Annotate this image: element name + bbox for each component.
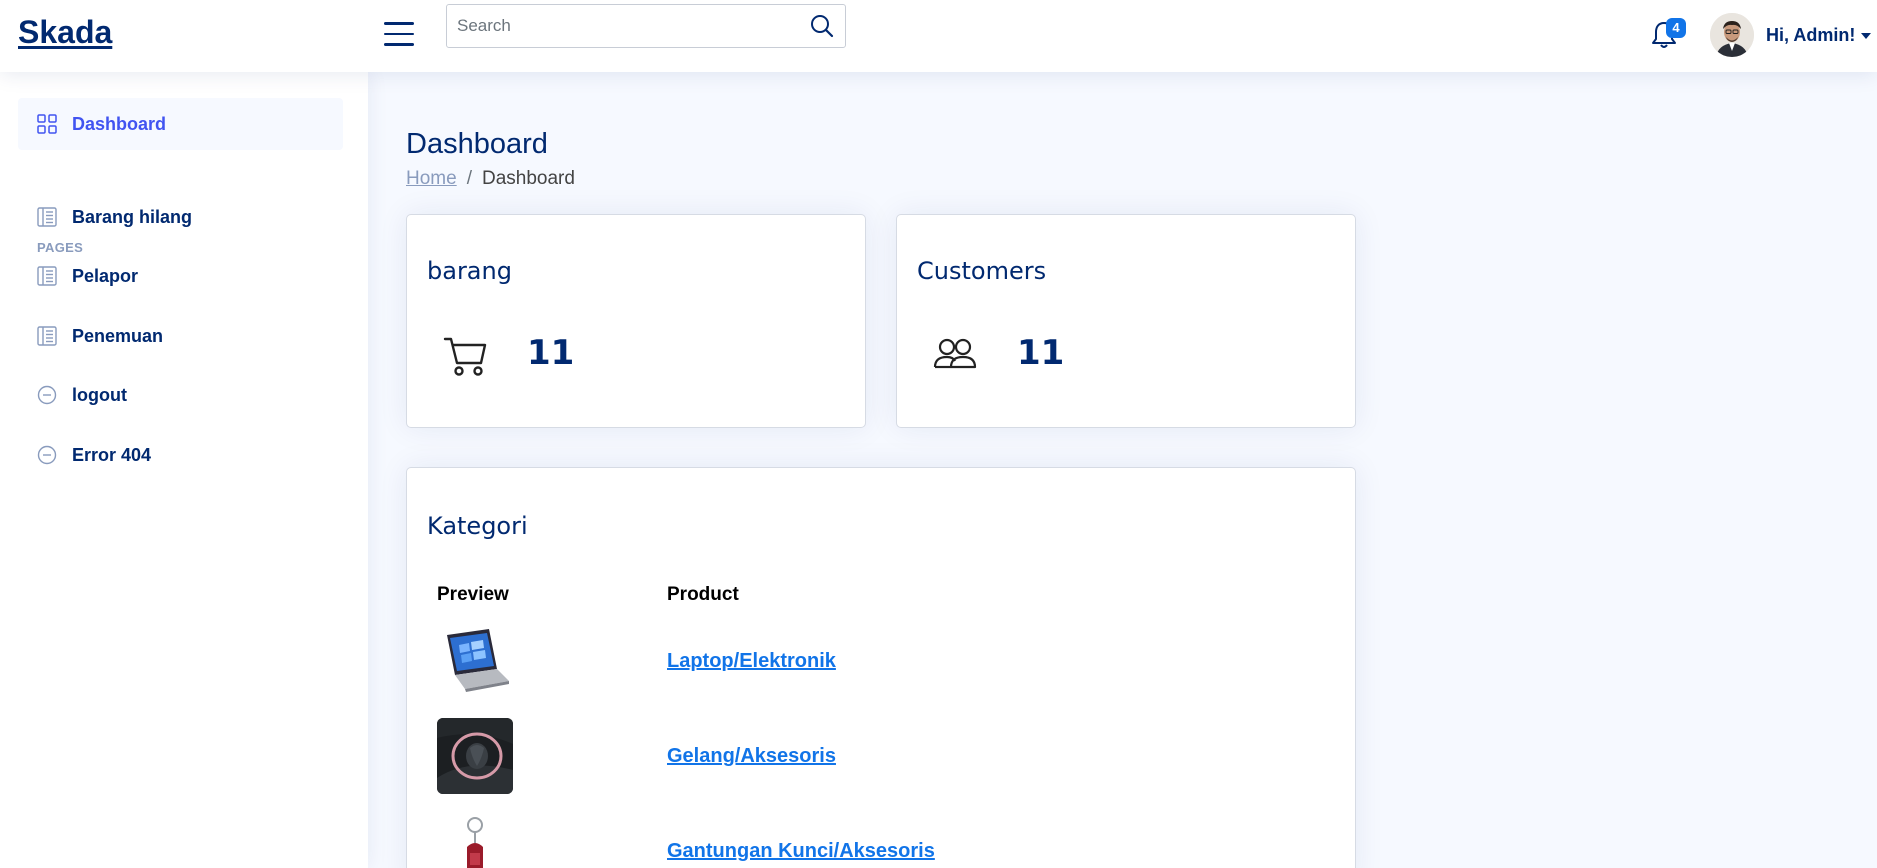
- keychain-thumbnail: [437, 813, 513, 868]
- sidebar-item-label: logout: [72, 384, 127, 405]
- kategori-card: Kategori Preview Product Laptop/Elektron…: [406, 467, 1356, 868]
- grid-icon: [36, 113, 58, 135]
- breadcrumb-home-link[interactable]: Home: [406, 168, 457, 190]
- sidebar-item-barang-hilang[interactable]: Barang hilang: [18, 191, 343, 243]
- layout-text-sidebar-icon: [36, 325, 58, 347]
- logo[interactable]: Skada: [18, 14, 112, 51]
- product-link[interactable]: Gelang/Aksesoris: [667, 745, 836, 768]
- people-icon: [927, 327, 983, 383]
- layout-text-sidebar-icon: [36, 265, 58, 287]
- sidebar-item-label: Penemuan: [72, 325, 164, 346]
- page-title: Dashboard: [406, 128, 548, 160]
- sidebar-item-label: Barang hilang: [72, 206, 193, 227]
- card-title: Customers: [917, 257, 1047, 285]
- card-value: 11: [1017, 333, 1065, 373]
- top-header: Skada 4: [0, 0, 1877, 72]
- notifications-button[interactable]: 4: [1650, 18, 1686, 52]
- notification-badge: 4: [1666, 18, 1686, 38]
- cart-icon: [437, 327, 493, 383]
- customers-card: Customers 11: [896, 214, 1356, 428]
- sidebar-item-label: Error 404: [72, 444, 152, 465]
- sidebar-item-logout[interactable]: logout: [18, 369, 343, 421]
- layout-text-sidebar-icon: [36, 206, 58, 228]
- barang-card: barang 11: [406, 214, 866, 428]
- avatar[interactable]: [1710, 13, 1754, 57]
- search-button[interactable]: [809, 13, 837, 41]
- dash-circle-icon: [36, 444, 58, 466]
- card-value: 11: [527, 333, 575, 373]
- sidebar-item-label: Dashboard: [72, 113, 167, 134]
- profile-name: Hi, Admin!: [1766, 25, 1856, 45]
- menu-line: [384, 32, 414, 35]
- search-input[interactable]: [447, 5, 787, 47]
- bracelet-thumbnail: [437, 718, 513, 794]
- search-bar: [446, 4, 846, 48]
- sidebar: Dashboard PAGES Barang hilang Pelapor Pe…: [0, 72, 368, 868]
- sidebar-item-error-404[interactable]: Error 404: [18, 429, 343, 481]
- sidebar-item-pelapor[interactable]: Pelapor: [18, 250, 343, 302]
- avatar-image: [1710, 13, 1754, 57]
- breadcrumb-current: Dashboard: [481, 168, 575, 189]
- breadcrumb-separator: /: [466, 168, 472, 189]
- sidebar-item-dashboard[interactable]: Dashboard: [18, 98, 343, 150]
- caret-down-icon: [1861, 33, 1872, 40]
- search-icon: [811, 15, 834, 38]
- sidebar-item-label: Pelapor: [72, 265, 139, 286]
- column-header-preview: Preview: [437, 584, 509, 605]
- toggle-sidebar-button[interactable]: [384, 22, 414, 48]
- menu-line: [384, 43, 414, 46]
- product-link[interactable]: Gantungan Kunci/Aksesoris: [667, 840, 935, 863]
- breadcrumb: Home / Dashboard: [406, 168, 575, 190]
- profile-dropdown[interactable]: Hi, Admin!: [1766, 25, 1872, 46]
- sidebar-item-penemuan[interactable]: Penemuan: [18, 310, 343, 362]
- dash-circle-icon: [36, 384, 58, 406]
- laptop-thumbnail: [437, 623, 513, 699]
- menu-line: [384, 22, 414, 25]
- kategori-title: Kategori: [427, 512, 528, 540]
- column-header-product: Product: [667, 584, 739, 605]
- product-link[interactable]: Laptop/Elektronik: [667, 650, 836, 673]
- card-title: barang: [427, 257, 512, 285]
